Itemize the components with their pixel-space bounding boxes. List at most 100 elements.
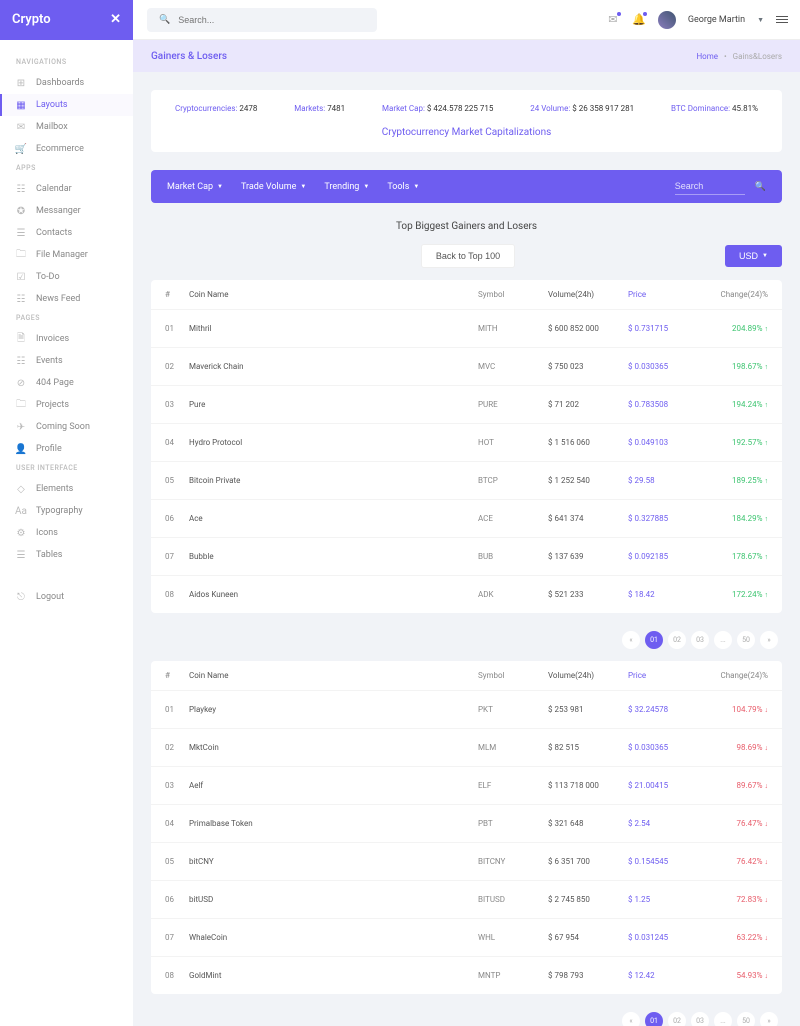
sidebar-item-404-page[interactable]: ⊘404 Page xyxy=(0,372,133,394)
table-row[interactable]: 05 Bitcoin Private BTCP $ 1 252 540 $ 29… xyxy=(151,461,782,499)
arrow-down-icon: ↓ xyxy=(765,896,769,904)
sidebar-item-calendar[interactable]: ☷Calendar xyxy=(0,178,133,200)
arrow-down-icon: ↓ xyxy=(765,972,769,980)
sidebar-item-elements[interactable]: ◇Elements xyxy=(0,478,133,500)
table-row[interactable]: 06 bitUSD BITUSD $ 2 745 850 $ 1.25 72.8… xyxy=(151,880,782,918)
layouts-icon: ▦ xyxy=(16,100,26,110)
page-50[interactable]: 50 xyxy=(737,631,755,649)
back-button[interactable]: Back to Top 100 xyxy=(421,244,515,268)
arrow-up-icon: ↑ xyxy=(765,363,769,371)
logout-button[interactable]: ⎋Logout xyxy=(0,586,133,608)
table-row[interactable]: 04 Primalbase Token PBT $ 321 648 $ 2.54… xyxy=(151,804,782,842)
sidebar-item-file-manager[interactable]: 🗀File Manager xyxy=(0,244,133,266)
chevron-down-icon[interactable]: ▼ xyxy=(757,16,764,24)
table-row[interactable]: 03 Aelf ELF $ 113 718 000 $ 21.00415 89.… xyxy=(151,766,782,804)
collapse-icon[interactable]: ✕ xyxy=(110,12,121,27)
sidebar-item-contacts[interactable]: ☰Contacts xyxy=(0,222,133,244)
sidebar-item-dashboards[interactable]: ⊞Dashboards xyxy=(0,72,133,94)
table-head: #Coin NameSymbol Volume(24h)PriceChange(… xyxy=(151,661,782,690)
page-«[interactable]: « xyxy=(622,631,640,649)
arrow-down-icon: ↓ xyxy=(765,706,769,714)
page-02[interactable]: 02 xyxy=(668,631,686,649)
page-03[interactable]: 03 xyxy=(691,1012,709,1026)
toolbar-search: 🔍 xyxy=(675,178,766,195)
sidebar-item-events[interactable]: ☷Events xyxy=(0,350,133,372)
logo[interactable]: Crypto ✕ xyxy=(0,0,133,40)
table-row[interactable]: 01 Playkey PKT $ 253 981 $ 32.24578 104.… xyxy=(151,690,782,728)
page-»[interactable]: » xyxy=(760,631,778,649)
menu-icon[interactable] xyxy=(776,16,788,23)
table-row[interactable]: 01 Mithril MITH $ 600 852 000 $ 0.731715… xyxy=(151,309,782,347)
table-head: #Coin NameSymbol Volume(24h)PriceChange(… xyxy=(151,280,782,309)
chevron-down-icon: ▼ xyxy=(413,183,419,190)
typography-icon: Aa xyxy=(16,506,26,516)
sidebar-item-tables[interactable]: ☰Tables xyxy=(0,544,133,566)
page-01[interactable]: 01 xyxy=(645,1012,663,1026)
toolbar-market-cap[interactable]: Market Cap▼ xyxy=(167,182,223,192)
bell-icon[interactable]: 🔔 xyxy=(632,13,646,27)
toolbar-trending[interactable]: Trending▼ xyxy=(324,182,369,192)
arrow-up-icon: ↑ xyxy=(765,591,769,599)
sidebar-item-messanger[interactable]: ✪Messanger xyxy=(0,200,133,222)
chevron-down-icon: ▼ xyxy=(300,183,306,190)
arrow-down-icon: ↓ xyxy=(765,858,769,866)
page-header: Gainers & Losers Home • Gains&Losers xyxy=(133,40,800,72)
news feed-icon: ☷ xyxy=(16,294,26,304)
sidebar-item-ecommerce[interactable]: 🛒Ecommerce xyxy=(0,138,133,160)
icons-icon: ⚙ xyxy=(16,528,26,538)
table-row[interactable]: 06 Ace ACE $ 641 374 $ 0.327885 184.29%↑ xyxy=(151,499,782,537)
sidebar-item-projects[interactable]: 🗀Projects xyxy=(0,394,133,416)
toolbar: Market Cap▼Trade Volume▼Trending▼Tools▼ … xyxy=(151,170,782,203)
nav-group-header: NAVIGATIONS xyxy=(0,54,133,72)
table-row[interactable]: 07 Bubble BUB $ 137 639 $ 0.092185 178.6… xyxy=(151,537,782,575)
sidebar-item-news-feed[interactable]: ☷News Feed xyxy=(0,288,133,310)
sidebar-item-icons[interactable]: ⚙Icons xyxy=(0,522,133,544)
mail-icon[interactable]: ✉ xyxy=(606,13,620,27)
sidebar-item-coming-soon[interactable]: ✈Coming Soon xyxy=(0,416,133,438)
table-row[interactable]: 08 GoldMint MNTP $ 798 793 $ 12.42 54.93… xyxy=(151,956,782,994)
search-icon[interactable]: 🔍 xyxy=(755,182,766,192)
sidebar-item-to-do[interactable]: ☑To-Do xyxy=(0,266,133,288)
mailbox-icon: ✉ xyxy=(16,122,26,132)
topbar-right: ✉ 🔔 George Martin ▼ xyxy=(606,11,800,29)
nav-group-header: APPS xyxy=(0,160,133,178)
user-name[interactable]: George Martin xyxy=(688,15,745,25)
sidebar-item-invoices[interactable]: 🗎Invoices xyxy=(0,328,133,350)
page-03[interactable]: 03 xyxy=(691,631,709,649)
sidebar-item-mailbox[interactable]: ✉Mailbox xyxy=(0,116,133,138)
arrow-down-icon: ↓ xyxy=(765,744,769,752)
page-...[interactable]: ... xyxy=(714,631,732,649)
toolbar-trade-volume[interactable]: Trade Volume▼ xyxy=(241,182,306,192)
search-input[interactable] xyxy=(178,15,358,25)
table-row[interactable]: 02 MktCoin MLM $ 82 515 $ 0.030365 98.69… xyxy=(151,728,782,766)
sidebar-item-profile[interactable]: 👤Profile xyxy=(0,438,133,460)
events-icon: ☷ xyxy=(16,356,26,366)
sidebar-item-layouts[interactable]: ▦Layouts xyxy=(0,94,133,116)
currency-button[interactable]: USD▼ xyxy=(725,245,782,267)
page-»[interactable]: » xyxy=(760,1012,778,1026)
gainers-table: #Coin NameSymbol Volume(24h)PriceChange(… xyxy=(151,280,782,613)
page-02[interactable]: 02 xyxy=(668,1012,686,1026)
toolbar-tools[interactable]: Tools▼ xyxy=(387,182,419,192)
toolbar-search-input[interactable] xyxy=(675,178,745,195)
gainers-pagination: « 01 02 03... 50 » xyxy=(151,621,782,661)
arrow-down-icon: ↓ xyxy=(765,782,769,790)
to-do-icon: ☑ xyxy=(16,272,26,282)
table-row[interactable]: 03 Pure PURE $ 71 202 $ 0.783508 194.24%… xyxy=(151,385,782,423)
sidebar-item-typography[interactable]: AaTypography xyxy=(0,500,133,522)
coming soon-icon: ✈ xyxy=(16,422,26,432)
page-«[interactable]: « xyxy=(622,1012,640,1026)
topbar: Crypto ✕ 🔍 ✉ 🔔 George Martin ▼ xyxy=(0,0,800,40)
page-50[interactable]: 50 xyxy=(737,1012,755,1026)
messanger-icon: ✪ xyxy=(16,206,26,216)
search-box[interactable]: 🔍 xyxy=(147,8,377,32)
avatar[interactable] xyxy=(658,11,676,29)
breadcrumb-home[interactable]: Home xyxy=(696,52,718,61)
table-row[interactable]: 02 Maverick Chain MVC $ 750 023 $ 0.0303… xyxy=(151,347,782,385)
table-row[interactable]: 07 WhaleCoin WHL $ 67 954 $ 0.031245 63.… xyxy=(151,918,782,956)
page-...[interactable]: ... xyxy=(714,1012,732,1026)
page-01[interactable]: 01 xyxy=(645,631,663,649)
table-row[interactable]: 05 bitCNY BITCNY $ 6 351 700 $ 0.154545 … xyxy=(151,842,782,880)
table-row[interactable]: 08 Aidos Kuneen ADK $ 521 233 $ 18.42 17… xyxy=(151,575,782,613)
table-row[interactable]: 04 Hydro Protocol HOT $ 1 516 060 $ 0.04… xyxy=(151,423,782,461)
